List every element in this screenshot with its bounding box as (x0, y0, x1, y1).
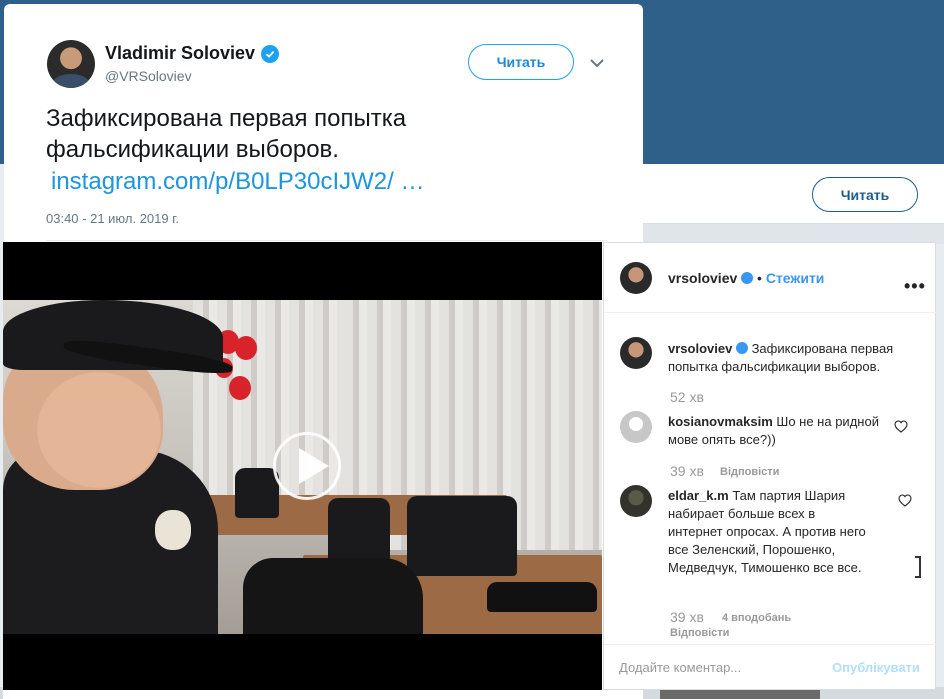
reply-button[interactable]: Відповісти (670, 627, 729, 639)
instagram-follow-button[interactable]: Стежити (766, 270, 825, 286)
comment-time: 39 хв (670, 609, 704, 625)
comment-input[interactable]: Додайте коментар... (619, 660, 741, 675)
more-options-icon[interactable]: ••• (904, 276, 926, 297)
background-strip (643, 224, 944, 244)
background-bottom-dark (660, 690, 820, 699)
video-bottom-strip (3, 690, 602, 699)
user-avatar[interactable] (47, 40, 95, 88)
scrollbar[interactable] (915, 556, 921, 578)
comment-username[interactable]: eldar_k.m (668, 488, 729, 503)
instagram-header: vrsoloviev • Стежити ••• (604, 243, 937, 313)
dark-object (487, 582, 597, 612)
user-handle[interactable]: @VRSoloviev (105, 68, 192, 84)
comment-avatar[interactable] (620, 411, 652, 443)
dot-separator: • (757, 270, 762, 286)
user-display-name[interactable]: Vladimir Soloviev (105, 43, 255, 64)
tweet-link[interactable]: instagram.com/p/B0LP30cIJW2/ … (51, 168, 424, 196)
chevron-down-icon[interactable] (588, 56, 606, 70)
tweet-timestamp[interactable]: 03:40 - 21 июл. 2019 г. (46, 211, 179, 226)
verified-icon (735, 342, 748, 354)
instagram-avatar[interactable] (620, 262, 652, 294)
heart-icon[interactable] (894, 420, 908, 433)
caption-time: 52 хв (670, 389, 704, 405)
caption-text-block: vrsoloviev Зафиксирована первая попытка … (668, 340, 918, 376)
uniform-badge (155, 510, 191, 550)
comment-text-block: kosianovmaksim Шо не на ридной мове опят… (668, 413, 883, 449)
comment-username[interactable]: kosianovmaksim (668, 414, 773, 429)
balloon-2 (235, 336, 257, 360)
balloon-3 (229, 376, 251, 400)
comment-bar: Додайте коментар... Опублікувати (604, 644, 937, 690)
user-name-row[interactable]: Vladimir Soloviev (105, 43, 280, 64)
bag (243, 558, 423, 634)
heart-icon[interactable] (898, 494, 912, 507)
likes-count[interactable]: 4 вподобань (722, 612, 791, 624)
caption-avatar[interactable] (620, 337, 652, 369)
chair-1 (235, 468, 279, 518)
tweet-text: Зафиксирована первая попытка фальсификац… (46, 105, 407, 163)
background-follow-button[interactable]: Читать (812, 177, 918, 212)
comment-text-block: eldar_k.m Там партия Шария набирает боль… (668, 487, 868, 577)
video-player[interactable] (3, 242, 602, 690)
caption-username[interactable]: vrsoloviev (668, 341, 732, 356)
divider (46, 240, 606, 241)
instagram-header-row: vrsoloviev • Стежити (668, 270, 824, 286)
comment-avatar[interactable] (620, 485, 652, 517)
post-comment-button[interactable]: Опублікувати (832, 660, 920, 675)
comment-time: 39 хв (670, 463, 704, 479)
verified-icon (261, 44, 280, 63)
instagram-embed: vrsoloviev • Стежити ••• vrsoloviev Зафи… (603, 242, 937, 690)
chair-3 (407, 496, 517, 576)
instagram-username[interactable]: vrsoloviev (668, 270, 737, 286)
follow-button[interactable]: Читать (468, 44, 574, 80)
play-icon[interactable] (299, 448, 329, 484)
verified-icon (741, 272, 754, 284)
reply-button[interactable]: Відповісти (720, 466, 779, 478)
